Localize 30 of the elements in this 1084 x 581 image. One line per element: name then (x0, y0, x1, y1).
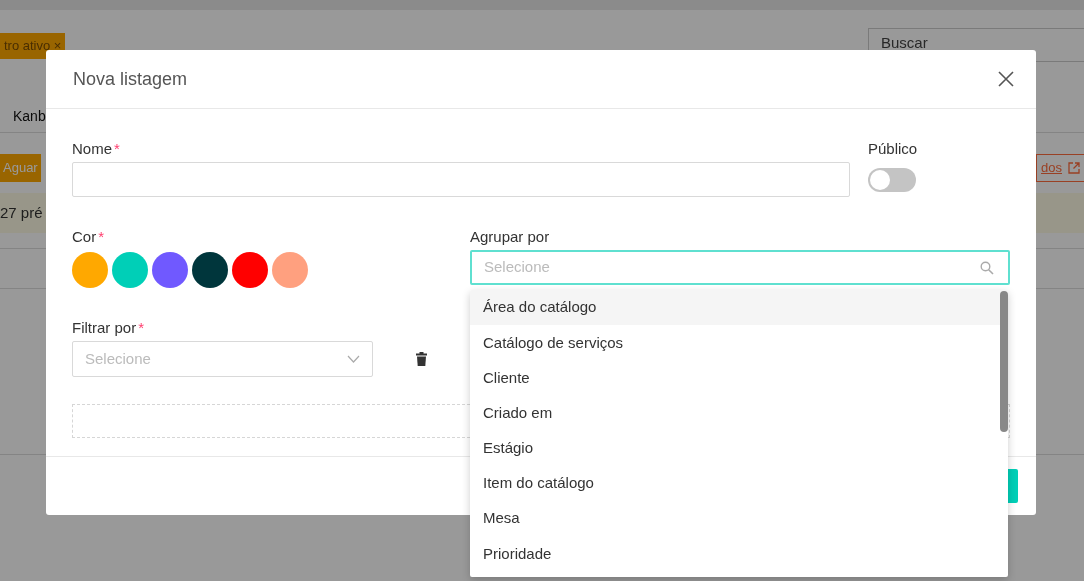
external-link-icon (1068, 162, 1080, 174)
color-swatch[interactable] (72, 252, 108, 288)
name-input[interactable] (72, 162, 850, 197)
scrollbar[interactable] (1000, 291, 1008, 432)
status-badge: Aguar (0, 154, 41, 182)
modal-title: Nova listagem (73, 67, 188, 91)
required-mark: * (114, 140, 120, 157)
required-mark: * (98, 228, 104, 245)
dropdown-option[interactable]: Área do catálogo (470, 290, 1008, 326)
public-toggle[interactable] (868, 168, 916, 192)
dropdown-option[interactable]: Mesa (470, 501, 1008, 537)
count-text: 27 pré (0, 202, 43, 223)
color-swatch[interactable] (232, 252, 268, 288)
close-icon[interactable] (998, 71, 1014, 87)
color-swatch[interactable] (112, 252, 148, 288)
field-label: Público (868, 140, 918, 157)
field-label: Filtrar por (72, 319, 137, 336)
color-swatch[interactable] (272, 252, 308, 288)
chevron-down-icon (347, 355, 360, 363)
dropdown-option[interactable]: Item do catálogo (470, 465, 1008, 502)
color-swatch[interactable] (152, 252, 188, 288)
dropdown-option[interactable]: Prioridade (470, 536, 1008, 572)
required-mark: * (138, 319, 145, 336)
field-label: Cor (72, 228, 97, 245)
dropdown-option[interactable]: Estágio (470, 430, 1008, 466)
field-label: Nome (72, 140, 112, 157)
field-label: Agrupar por (470, 228, 550, 245)
color-swatch[interactable] (192, 252, 228, 288)
trash-icon[interactable] (416, 352, 427, 366)
search-icon (980, 260, 994, 275)
